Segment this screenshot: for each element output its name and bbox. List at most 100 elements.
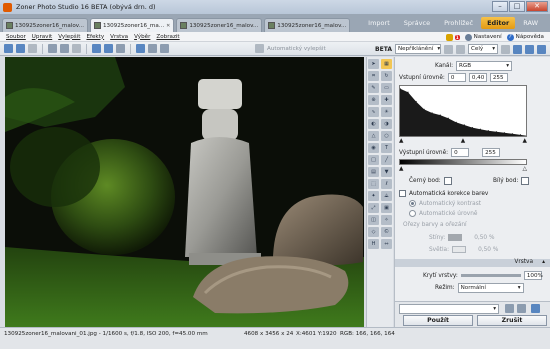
- maximize-button[interactable]: □: [509, 1, 525, 12]
- filter-tool-icon[interactable]: ◇: [368, 227, 379, 237]
- print-icon[interactable]: [72, 44, 81, 53]
- menu-effects[interactable]: Efekty: [86, 34, 104, 40]
- tab-editor[interactable]: Editor: [481, 17, 516, 29]
- menu-enhance[interactable]: Vylepšit: [58, 34, 80, 40]
- frame-tool-icon[interactable]: ◫: [368, 215, 379, 225]
- document-tab[interactable]: 130925zoner16_malov...: [176, 18, 263, 32]
- auto-color-checkbox[interactable]: [399, 190, 406, 197]
- undo-icon[interactable]: [92, 44, 101, 53]
- resize-tool-icon[interactable]: ⤢: [368, 203, 379, 213]
- pointer-tool-icon[interactable]: ➤: [368, 59, 379, 69]
- line-tool-icon[interactable]: ╱: [381, 155, 392, 165]
- cancel-button[interactable]: Zrušit: [477, 315, 547, 326]
- output-high-handle-icon[interactable]: △: [523, 166, 527, 172]
- tab-import[interactable]: Import: [362, 17, 396, 29]
- histogram[interactable]: [399, 85, 527, 137]
- redo-icon[interactable]: [104, 44, 113, 53]
- menu-layer[interactable]: Vrstva: [110, 34, 128, 40]
- menu-file[interactable]: Soubor: [6, 34, 26, 40]
- close-tab-icon[interactable]: ✕: [166, 23, 170, 29]
- layer-section-bar[interactable]: Vrstva ▴: [395, 259, 550, 267]
- brush-tool-icon[interactable]: ✎: [368, 83, 379, 93]
- auto-levels-radio[interactable]: [409, 210, 416, 217]
- settings-link[interactable]: Nastavení: [464, 33, 502, 41]
- view-split-icon[interactable]: [160, 44, 169, 53]
- input-gamma-field[interactable]: 0,40: [468, 73, 487, 82]
- black-eyedropper-icon[interactable]: [443, 177, 452, 185]
- effect-tool-icon[interactable]: ✧: [381, 215, 392, 225]
- eraser-tool-icon[interactable]: ▭: [381, 83, 392, 93]
- tab-raw[interactable]: RAW: [517, 17, 544, 29]
- output-low-handle-icon[interactable]: ▲: [399, 166, 403, 172]
- hdr-tool-icon[interactable]: H: [368, 239, 379, 249]
- selection-tool-icon[interactable]: ⬚: [368, 179, 379, 189]
- preset-menu-icon[interactable]: [531, 304, 540, 313]
- exposure-tool-icon[interactable]: ☀: [381, 107, 392, 117]
- save-as-icon[interactable]: [60, 44, 69, 53]
- clone-tool-icon[interactable]: ⊕: [368, 95, 379, 105]
- view-compare-icon[interactable]: [148, 44, 157, 53]
- auto-enhance-button[interactable]: Automatický vylepšit: [267, 46, 326, 52]
- shape-tool-icon[interactable]: □: [368, 155, 379, 165]
- sharpen-tool-icon[interactable]: △: [368, 131, 379, 141]
- healing-tool-icon[interactable]: ✚: [381, 95, 392, 105]
- minimize-button[interactable]: –: [492, 1, 508, 12]
- save-icon[interactable]: [48, 44, 57, 53]
- levels-tool-icon[interactable]: ▦: [381, 59, 392, 69]
- tab-viewer[interactable]: Prohlížeč: [438, 17, 479, 29]
- document-tab[interactable]: 130925zoner16_malov...: [264, 18, 351, 32]
- zoom-out-icon[interactable]: [501, 44, 510, 54]
- filter-select[interactable]: Nepřiklánění ▾: [395, 44, 441, 54]
- perspective-tool-icon[interactable]: ⟁: [381, 191, 392, 201]
- delete-preset-icon[interactable]: [517, 304, 526, 313]
- flip-icon[interactable]: [456, 44, 465, 54]
- gradient-tool-icon[interactable]: ▤: [368, 167, 379, 177]
- fullscreen-icon[interactable]: [537, 44, 546, 54]
- fill-tool-icon[interactable]: ▼: [381, 167, 392, 177]
- gamma-handle-icon[interactable]: ▲: [461, 138, 465, 144]
- blur-tool-icon[interactable]: ○: [381, 131, 392, 141]
- forward-icon[interactable]: [16, 44, 25, 53]
- white-eyedropper-icon[interactable]: [521, 177, 530, 185]
- saturation-tool-icon[interactable]: ◑: [381, 119, 392, 129]
- magic-wand-icon[interactable]: [255, 44, 264, 53]
- opacity-field[interactable]: 100%: [523, 271, 543, 280]
- document-tab-active[interactable]: 130925zoner16_ma... ✕: [89, 18, 175, 32]
- color-tool-icon[interactable]: ◐: [368, 119, 379, 129]
- auto-contrast-radio[interactable]: [409, 200, 416, 207]
- output-gradient-bar[interactable]: [399, 159, 527, 165]
- save-preset-icon[interactable]: [505, 304, 514, 313]
- highlights-color-swatch[interactable]: [452, 246, 467, 253]
- white-point-handle-icon[interactable]: ▲: [523, 138, 527, 144]
- fit-icon[interactable]: [513, 44, 522, 54]
- crop-tool-icon[interactable]: ⌗: [368, 71, 379, 81]
- text-tool-icon[interactable]: T: [381, 143, 392, 153]
- canvas-tool-icon[interactable]: ▣: [381, 203, 392, 213]
- input-high-field[interactable]: 255: [489, 73, 508, 82]
- panorama-tool-icon[interactable]: ⇔: [381, 239, 392, 249]
- menu-view[interactable]: Zobrazit: [156, 34, 179, 40]
- rotate-tool-icon[interactable]: ↻: [381, 71, 392, 81]
- opacity-slider[interactable]: [460, 274, 521, 277]
- rotate-icon[interactable]: [444, 44, 453, 54]
- red-eye-tool-icon[interactable]: ◉: [368, 143, 379, 153]
- up-icon[interactable]: [28, 44, 37, 53]
- close-button[interactable]: ✕: [526, 1, 548, 12]
- history-icon[interactable]: [116, 44, 125, 53]
- magic-select-tool-icon[interactable]: ✦: [368, 191, 379, 201]
- preset-select[interactable]: ▾: [399, 304, 499, 314]
- photo-canvas[interactable]: [5, 57, 364, 327]
- menu-selection[interactable]: Výběr: [134, 34, 150, 40]
- output-high-field[interactable]: 255: [482, 148, 501, 157]
- back-icon[interactable]: [4, 44, 13, 53]
- output-low-field[interactable]: 0: [451, 148, 470, 157]
- curves-tool-icon[interactable]: ∿: [368, 107, 379, 117]
- actual-size-icon[interactable]: [525, 44, 534, 54]
- shadows-color-swatch[interactable]: [448, 234, 463, 241]
- input-low-field[interactable]: 0: [447, 73, 466, 82]
- apply-button[interactable]: Použít: [403, 315, 473, 326]
- zoom-select[interactable]: Celý ▾: [468, 44, 498, 54]
- channel-select[interactable]: RGB ▾: [456, 61, 513, 71]
- notifications[interactable]: 1: [445, 33, 460, 41]
- document-tab[interactable]: 130925zoner16_malov...: [2, 18, 88, 32]
